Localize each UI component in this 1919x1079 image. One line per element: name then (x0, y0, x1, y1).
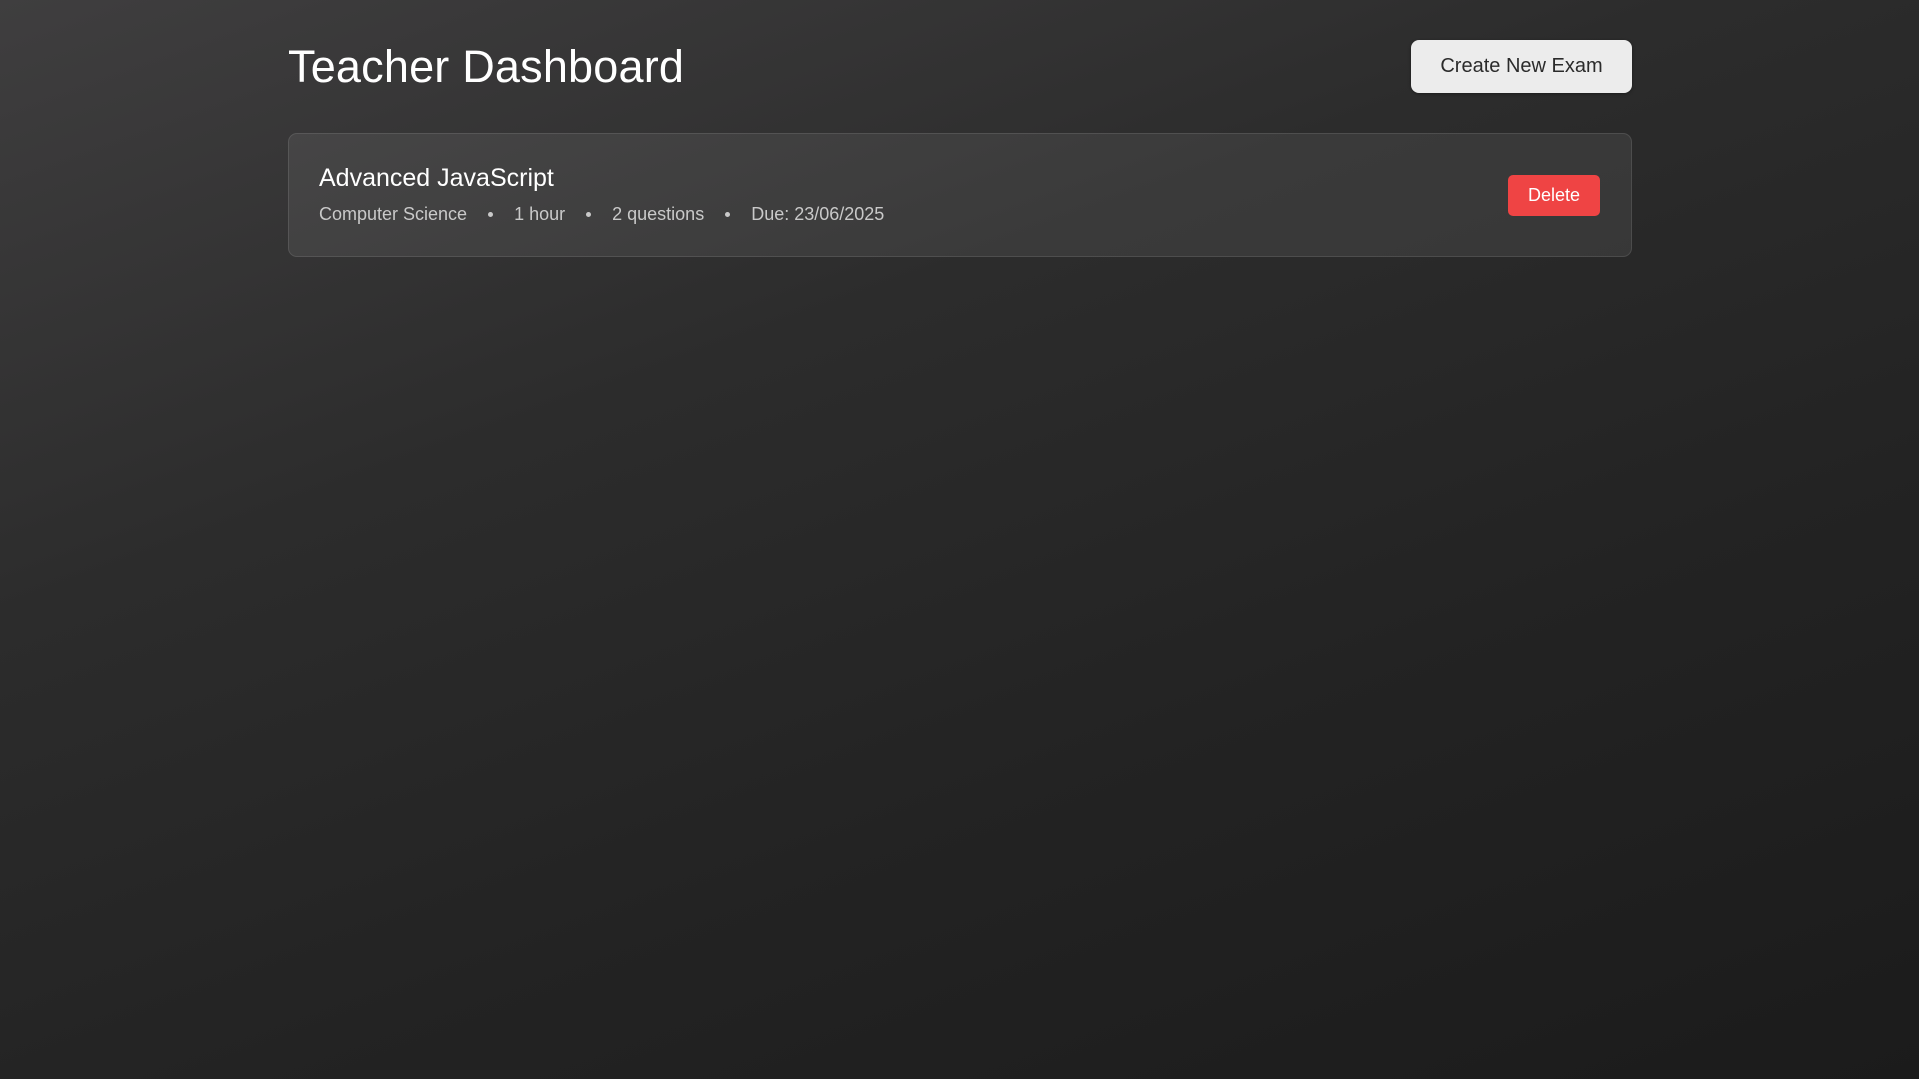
exam-due-date: Due: 23/06/2025 (751, 204, 885, 224)
bullet-separator-icon (488, 211, 494, 217)
exam-info: Advanced JavaScript Computer Science 1 h… (319, 163, 884, 225)
exam-subject: Computer Science (319, 204, 468, 224)
page-title: Teacher Dashboard (288, 41, 685, 92)
exam-title: Advanced JavaScript (319, 164, 554, 192)
teacher-dashboard-page: Teacher Dashboard Create New Exam Advanc… (0, 0, 1919, 1079)
delete-exam-button[interactable]: Delete (1508, 174, 1600, 216)
create-new-exam-button[interactable]: Create New Exam (1411, 40, 1632, 93)
exam-duration: 1 hour (514, 204, 566, 224)
bullet-separator-icon (725, 211, 731, 217)
exam-list: Advanced JavaScript Computer Science 1 h… (288, 133, 1632, 257)
exam-meta: Computer Science 1 hour 2 questions Due:… (319, 203, 884, 225)
exam-question-count: 2 questions (612, 204, 705, 224)
exam-card: Advanced JavaScript Computer Science 1 h… (288, 133, 1632, 257)
bullet-separator-icon (586, 211, 592, 217)
dashboard-header: Teacher Dashboard Create New Exam (288, 40, 1632, 93)
